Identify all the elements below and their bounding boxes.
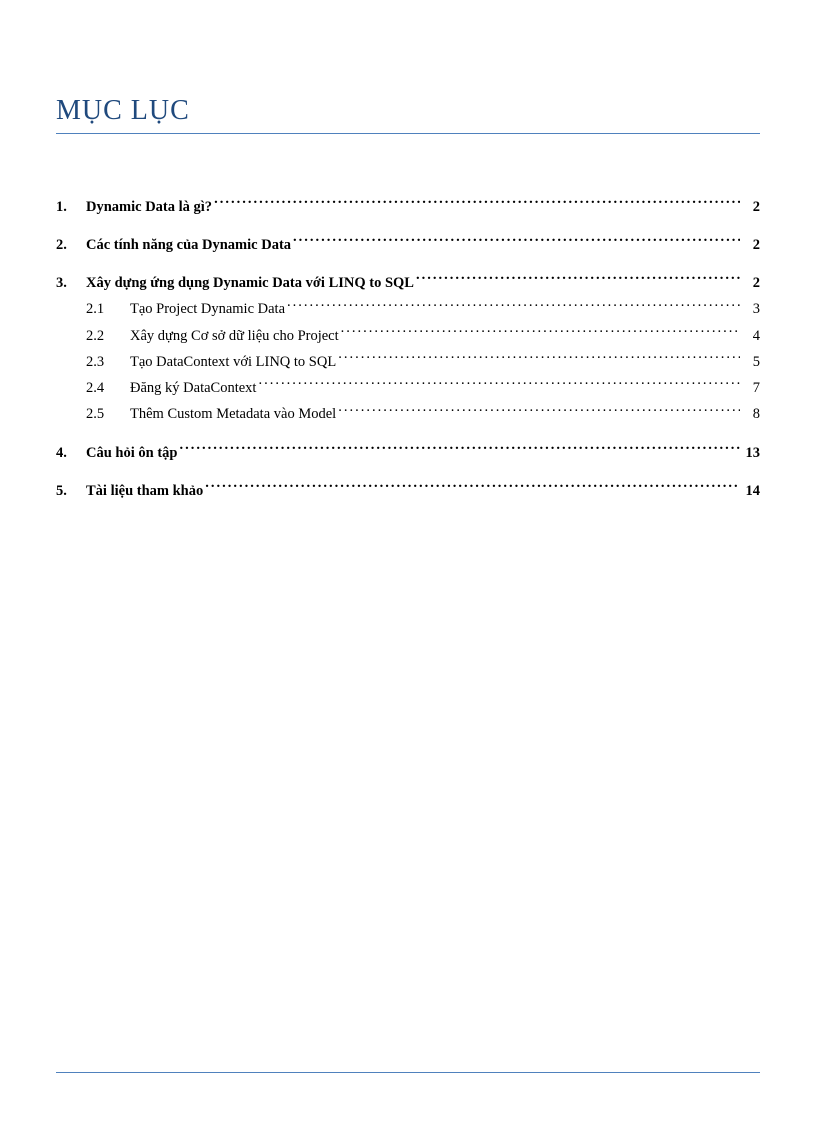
toc-text: Các tính năng của Dynamic Data <box>86 235 291 257</box>
footer-rule <box>56 1072 760 1073</box>
toc-text: Xây dựng ứng dụng Dynamic Data với LINQ … <box>86 273 414 295</box>
toc-page: 14 <box>742 481 760 503</box>
toc-number: 3. <box>56 273 86 295</box>
toc-entry-4: 4. Câu hỏi ôn tập 13 <box>56 442 760 464</box>
toc-entry-3-4: 2.4 Đăng ký DataContext 7 <box>56 378 760 400</box>
toc-text: Câu hỏi ôn tập <box>86 443 177 465</box>
toc-leader <box>205 480 740 495</box>
toc-leader <box>179 442 740 457</box>
toc-text: Tạo Project Dynamic Data <box>130 299 285 321</box>
toc-page: 2 <box>742 197 760 219</box>
toc-entry-3: 3. Xây dựng ứng dụng Dynamic Data với LI… <box>56 273 760 295</box>
toc-number: 4. <box>56 443 86 465</box>
toc-entry-5: 5. Tài liệu tham khảo 14 <box>56 480 760 502</box>
toc-page: 8 <box>742 404 760 426</box>
toc-entry-3-5: 2.5 Thêm Custom Metadata vào Model 8 <box>56 404 760 426</box>
toc-text: Tạo DataContext với LINQ to SQL <box>130 352 336 374</box>
table-of-contents: 1. Dynamic Data là gì? 2 2. Các tính năn… <box>56 196 760 503</box>
toc-number: 2.1 <box>86 299 130 321</box>
page-title: MỤC LỤC <box>56 95 760 127</box>
title-underline <box>56 133 760 134</box>
toc-text: Xây dựng Cơ sở dữ liệu cho Project <box>130 326 339 348</box>
toc-leader <box>416 273 740 288</box>
toc-leader <box>214 196 740 211</box>
toc-page: 2 <box>742 235 760 257</box>
toc-page: 2 <box>742 273 760 295</box>
toc-entry-3-2: 2.2 Xây dựng Cơ sở dữ liệu cho Project 4 <box>56 325 760 347</box>
toc-page: 13 <box>742 443 760 465</box>
toc-text: Tài liệu tham khảo <box>86 481 203 503</box>
toc-entry-1: 1. Dynamic Data là gì? 2 <box>56 196 760 218</box>
toc-number: 2. <box>56 235 86 257</box>
toc-number: 2.3 <box>86 352 130 374</box>
toc-number: 2.2 <box>86 326 130 348</box>
toc-text: Đăng ký DataContext <box>130 378 256 400</box>
toc-text: Dynamic Data là gì? <box>86 197 212 219</box>
toc-leader <box>338 404 740 419</box>
toc-page: 4 <box>742 326 760 348</box>
toc-entry-3-1: 2.1 Tạo Project Dynamic Data 3 <box>56 299 760 321</box>
toc-text: Thêm Custom Metadata vào Model <box>130 404 336 426</box>
toc-entry-2: 2. Các tính năng của Dynamic Data 2 <box>56 234 760 256</box>
toc-number: 2.5 <box>86 404 130 426</box>
toc-leader <box>341 325 740 340</box>
toc-leader <box>338 351 740 366</box>
toc-page: 5 <box>742 352 760 374</box>
toc-leader <box>287 299 740 314</box>
toc-number: 5. <box>56 481 86 503</box>
toc-leader <box>293 234 740 249</box>
toc-entry-3-3: 2.3 Tạo DataContext với LINQ to SQL 5 <box>56 351 760 373</box>
toc-number: 1. <box>56 197 86 219</box>
toc-number: 2.4 <box>86 378 130 400</box>
toc-page: 3 <box>742 299 760 321</box>
toc-page: 7 <box>742 378 760 400</box>
toc-leader <box>258 378 740 393</box>
